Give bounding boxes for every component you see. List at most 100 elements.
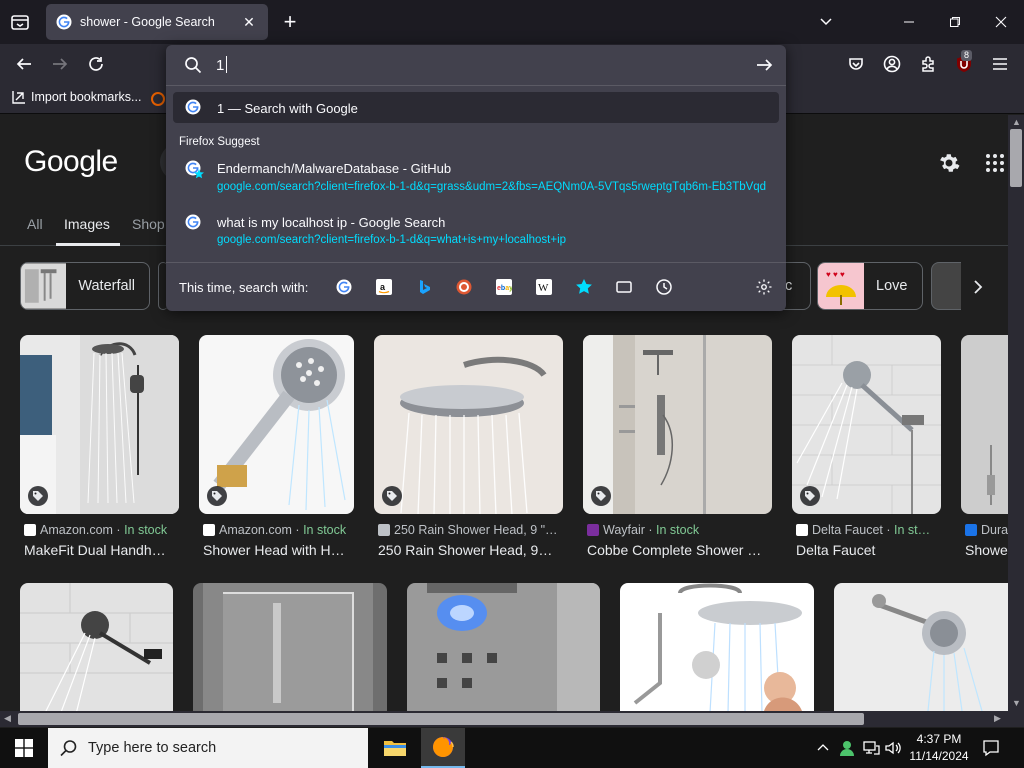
notifications-icon[interactable] bbox=[982, 739, 1000, 757]
scroll-right-arrow-icon[interactable]: ▶ bbox=[994, 713, 1001, 724]
pocket-icon[interactable] bbox=[844, 52, 868, 76]
hamburger-menu-icon[interactable] bbox=[988, 52, 1012, 76]
google-logo[interactable]: Google bbox=[24, 145, 118, 179]
search-settings-gear-icon[interactable] bbox=[755, 278, 773, 296]
new-tab-button[interactable]: + bbox=[278, 10, 302, 34]
extensions-icon[interactable] bbox=[916, 52, 940, 76]
result-source-6[interactable]: Dura bbox=[965, 523, 1008, 537]
firefox-suggest-heading: Firefox Suggest bbox=[179, 136, 260, 148]
reload-icon[interactable] bbox=[84, 52, 108, 76]
tab-active[interactable]: shower - Google Search ✕ bbox=[46, 4, 268, 40]
extension-badge: 8 bbox=[961, 50, 973, 61]
suggestion-history-localhost[interactable]: what is my localhost ip - Google Search … bbox=[166, 209, 786, 253]
scroll-down-arrow-icon[interactable]: ▼ bbox=[1012, 698, 1021, 708]
urlbar-dropdown: 1 — Search with Google Firefox Suggest E… bbox=[166, 45, 786, 311]
volume-icon[interactable] bbox=[884, 739, 902, 757]
svg-text:W: W bbox=[538, 282, 549, 294]
image-result-9[interactable] bbox=[407, 583, 600, 711]
image-result-10[interactable] bbox=[620, 583, 814, 711]
network-icon[interactable] bbox=[862, 739, 880, 757]
google-favicon-icon bbox=[56, 14, 72, 30]
suggestion-title: 1 — Search with Google bbox=[217, 101, 358, 116]
apps-grid-icon[interactable] bbox=[983, 151, 1007, 175]
chips-scroll-right-icon[interactable] bbox=[968, 275, 988, 299]
history-clock-icon[interactable] bbox=[655, 278, 673, 296]
search-with-label: This time, search with: bbox=[179, 280, 309, 295]
chip-waterfall-thumbnail bbox=[21, 263, 67, 309]
duckduckgo-engine-icon[interactable] bbox=[455, 278, 473, 296]
chip-next-partial[interactable] bbox=[931, 262, 961, 310]
active-tab-indicator bbox=[56, 243, 120, 246]
clock-date: 11/14/2024 bbox=[909, 749, 969, 763]
tray-overflow-chevron-icon[interactable] bbox=[814, 739, 832, 757]
go-arrow-icon[interactable] bbox=[754, 55, 774, 75]
file-explorer-icon[interactable] bbox=[373, 728, 417, 768]
result-source-4[interactable]: Wayfair · In stock bbox=[587, 523, 772, 537]
image-result-8[interactable] bbox=[193, 583, 387, 711]
amazon-engine-icon[interactable]: a bbox=[375, 278, 393, 296]
tab-all[interactable]: All bbox=[27, 216, 43, 232]
close-tab-icon[interactable]: ✕ bbox=[240, 13, 258, 31]
minimize-icon[interactable] bbox=[897, 10, 921, 34]
result-title-6[interactable]: Showe bbox=[965, 542, 1008, 558]
taskbar-clock[interactable]: 4:37 PM 11/14/2024 bbox=[904, 731, 974, 765]
image-result-2[interactable] bbox=[199, 335, 354, 514]
settings-gear-icon[interactable] bbox=[937, 151, 961, 175]
text-caret bbox=[226, 56, 227, 73]
tab-title: shower - Google Search bbox=[80, 15, 215, 29]
svg-text:♥ ♥ ♥: ♥ ♥ ♥ bbox=[826, 270, 845, 279]
bookmarks-star-engine-icon[interactable] bbox=[575, 278, 593, 296]
tabs-engine-icon[interactable] bbox=[615, 278, 633, 296]
image-result-5[interactable] bbox=[792, 335, 941, 514]
image-result-6[interactable] bbox=[961, 335, 1008, 514]
vertical-scrollbar-thumb[interactable] bbox=[1010, 129, 1022, 187]
import-bookmarks-button[interactable]: Import bookmarks... bbox=[12, 90, 141, 104]
chip-label: Love bbox=[876, 278, 908, 294]
tab-shopping[interactable]: Shop bbox=[132, 216, 165, 232]
back-arrow-icon[interactable] bbox=[12, 52, 36, 76]
result-title-1[interactable]: MakeFit Dual Handh… bbox=[24, 542, 179, 558]
firefox-taskbar-icon[interactable] bbox=[421, 728, 465, 768]
forward-arrow-icon[interactable] bbox=[48, 52, 72, 76]
suggestion-row[interactable]: 1 — Search with Google bbox=[166, 92, 786, 123]
image-result-11[interactable] bbox=[834, 583, 1008, 711]
wikipedia-engine-icon[interactable]: W bbox=[535, 278, 553, 296]
tab-list-icon[interactable] bbox=[8, 10, 32, 34]
image-result-3[interactable] bbox=[374, 335, 563, 514]
result-title-2[interactable]: Shower Head with H… bbox=[203, 542, 354, 558]
image-result-4[interactable] bbox=[583, 335, 772, 514]
result-source-5[interactable]: Delta Faucet · In st… bbox=[796, 523, 941, 537]
result-title-5[interactable]: Delta Faucet bbox=[796, 542, 941, 558]
scroll-left-arrow-icon[interactable]: ◀ bbox=[4, 713, 11, 724]
result-source-1[interactable]: Amazon.com · In stock bbox=[24, 523, 179, 537]
result-source-2[interactable]: Amazon.com · In stock bbox=[203, 523, 354, 537]
chip-waterfall[interactable]: Waterfall bbox=[20, 262, 150, 310]
image-result-1[interactable] bbox=[20, 335, 179, 514]
suggestion-history-github[interactable]: Endermanch/MalwareDatabase - GitHub goog… bbox=[166, 155, 786, 199]
image-result-7[interactable] bbox=[20, 583, 173, 711]
product-tag-icon bbox=[591, 486, 611, 506]
result-title-4[interactable]: Cobbe Complete Shower … bbox=[587, 542, 772, 558]
address-input[interactable] bbox=[216, 53, 736, 77]
taskbar-search-box[interactable]: Type here to search bbox=[48, 728, 368, 768]
restore-icon[interactable] bbox=[943, 10, 967, 34]
product-tag-icon bbox=[28, 486, 48, 506]
result-source-3[interactable]: 250 Rain Shower Head, 9 "… bbox=[378, 523, 563, 537]
google-favicon-icon bbox=[185, 214, 201, 230]
windows-start-icon[interactable] bbox=[0, 728, 48, 768]
result-title-3[interactable]: 250 Rain Shower Head, 9… bbox=[378, 542, 563, 558]
tab-overflow-chevron-icon[interactable] bbox=[814, 10, 838, 34]
horizontal-scrollbar-thumb[interactable] bbox=[18, 713, 864, 725]
chip-love[interactable]: ♥ ♥ ♥ Love bbox=[817, 262, 923, 310]
vertical-scrollbar[interactable] bbox=[1008, 115, 1024, 711]
people-tray-icon[interactable] bbox=[838, 739, 856, 757]
bing-engine-icon[interactable] bbox=[415, 278, 433, 296]
ebay-engine-icon[interactable]: ebay bbox=[495, 278, 513, 296]
taskbar-search-placeholder: Type here to search bbox=[88, 740, 217, 756]
suggestion-title: Endermanch/MalwareDatabase - GitHub bbox=[217, 161, 452, 176]
tab-images[interactable]: Images bbox=[64, 216, 110, 232]
close-window-icon[interactable] bbox=[989, 10, 1013, 34]
account-icon[interactable] bbox=[880, 52, 904, 76]
scroll-up-arrow-icon[interactable]: ▲ bbox=[1012, 117, 1021, 127]
google-engine-icon[interactable] bbox=[335, 278, 353, 296]
